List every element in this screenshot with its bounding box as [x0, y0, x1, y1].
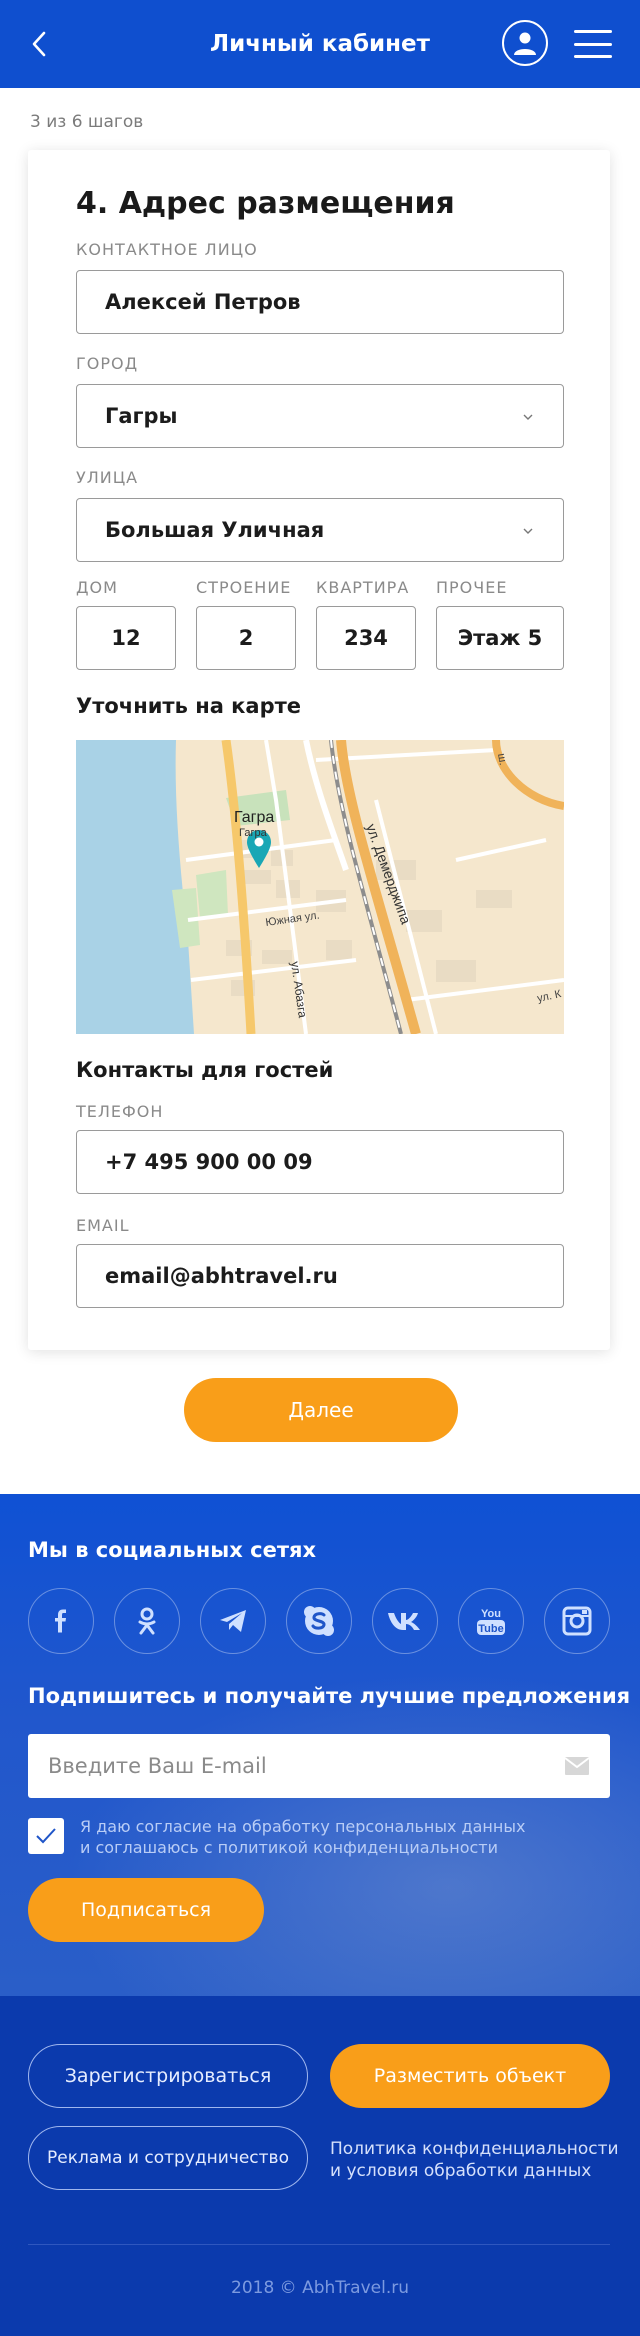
phone-value: +7 495 900 00 09 — [105, 1150, 313, 1174]
youtube-text: You — [481, 1608, 501, 1620]
chevron-down-icon — [523, 414, 533, 420]
map-graphic: Гагра Гагра Южная ул. ул. Демерджипа ул.… — [76, 740, 564, 1034]
instagram-icon[interactable] — [544, 1588, 610, 1654]
youtube-text: Tube — [478, 1623, 503, 1635]
location-map[interactable]: Гагра Гагра Южная ул. ул. Демерджипа ул.… — [76, 740, 564, 1034]
contact-label: КОНТАКТНОЕ ЛИЦО — [76, 240, 258, 259]
ads-cooperation-button[interactable]: Реклама и сотрудничество — [28, 2126, 308, 2190]
consent-text: Я даю согласие на обработку персональных… — [80, 1816, 580, 1858]
address-form-card: 4. Адрес размещения КОНТАКТНОЕ ЛИЦО Алек… — [28, 150, 610, 1350]
street-value: Большая Уличная — [105, 518, 325, 542]
apartment-label: КВАРТИРА — [316, 578, 410, 597]
odnoklassniki-icon[interactable] — [114, 1588, 180, 1654]
apartment-field[interactable]: 234 — [316, 606, 416, 670]
house-label: ДОМ — [76, 578, 118, 597]
chevron-left-icon — [32, 31, 46, 57]
footer-divider — [28, 2244, 610, 2245]
consent-line: Я даю согласие на обработку персональных… — [80, 1817, 526, 1836]
vk-icon[interactable] — [372, 1588, 438, 1654]
apartment-value: 234 — [344, 626, 388, 650]
place-object-button[interactable]: Разместить объект — [330, 2044, 610, 2108]
step-indicator: 3 из 6 шагов — [30, 112, 144, 132]
consent-checkbox[interactable] — [28, 1818, 64, 1854]
policy-line: Политика конфиденциальности — [330, 2139, 619, 2159]
register-button[interactable]: Зарегистрироваться — [28, 2044, 308, 2108]
copyright: 2018 © AbhTravel.ru — [231, 2278, 409, 2298]
map-city-sublabel: Гагра — [239, 827, 268, 839]
top-header: Личный кабинет — [0, 0, 640, 88]
subscribe-email-input[interactable]: Введите Ваш E-mail — [28, 1734, 610, 1798]
city-value: Гагры — [105, 404, 178, 428]
next-button[interactable]: Далее — [184, 1378, 458, 1442]
checkmark-icon — [36, 1828, 56, 1844]
skype-icon[interactable] — [286, 1588, 352, 1654]
envelope-icon — [564, 1757, 590, 1775]
map-street-label: ш. — [495, 752, 509, 766]
subscribe-button[interactable]: Подписаться — [28, 1878, 264, 1942]
other-label: ПРОЧЕЕ — [436, 578, 508, 597]
house-field[interactable]: 12 — [76, 606, 176, 670]
facebook-icon[interactable] — [28, 1588, 94, 1654]
contact-person-field[interactable]: Алексей Петров — [76, 270, 564, 334]
contact-person-value: Алексей Петров — [105, 290, 301, 314]
telegram-icon[interactable] — [200, 1588, 266, 1654]
subscribe-title: Подпишитесь и получайте лучшие предложен… — [28, 1684, 631, 1708]
email-field[interactable]: email@abhtravel.ru — [76, 1244, 564, 1308]
burger-menu-icon[interactable] — [574, 30, 612, 58]
footer-links-section: Зарегистрироваться Разместить объект Рек… — [0, 1996, 640, 2336]
other-field[interactable]: Этаж 5 — [436, 606, 564, 670]
street-select[interactable]: Большая Уличная — [76, 498, 564, 562]
other-value: Этаж 5 — [457, 626, 543, 650]
social-title: Мы в социальных сетях — [28, 1538, 317, 1562]
back-button[interactable] — [24, 28, 54, 60]
consent-line: и соглашаюсь с политикой конфиденциально… — [80, 1838, 499, 1857]
email-value: email@abhtravel.ru — [105, 1264, 338, 1288]
email-label: EMAIL — [76, 1216, 130, 1235]
building-field[interactable]: 2 — [196, 606, 296, 670]
user-icon — [514, 32, 536, 55]
contacts-section-title: Контакты для гостей — [76, 1058, 334, 1082]
policy-line: и условия обработки данных — [330, 2161, 592, 2181]
city-label: ГОРОД — [76, 354, 139, 373]
building-label: СТРОЕНИЕ — [196, 578, 292, 597]
map-city-label: Гагра — [234, 809, 274, 826]
park-area — [196, 870, 228, 918]
building-value: 2 — [238, 626, 254, 650]
profile-button[interactable] — [502, 20, 548, 66]
youtube-icon[interactable]: You Tube — [458, 1588, 524, 1654]
privacy-policy-link[interactable]: Политика конфиденциальности и условия об… — [330, 2138, 620, 2182]
house-value: 12 — [111, 626, 141, 650]
city-select[interactable]: Гагры — [76, 384, 564, 448]
footer-subscribe-section: Мы в социальных сетях You Tube Подпишите… — [0, 1494, 640, 1996]
street-label: УЛИЦА — [76, 468, 139, 487]
email-placeholder: Введите Ваш E-mail — [48, 1754, 267, 1778]
phone-field[interactable]: +7 495 900 00 09 — [76, 1130, 564, 1194]
form-title: 4. Адрес размещения — [76, 186, 455, 221]
chevron-down-icon — [523, 528, 533, 534]
phone-label: ТЕЛЕФОН — [76, 1102, 164, 1121]
map-section-title: Уточнить на карте — [76, 694, 302, 718]
